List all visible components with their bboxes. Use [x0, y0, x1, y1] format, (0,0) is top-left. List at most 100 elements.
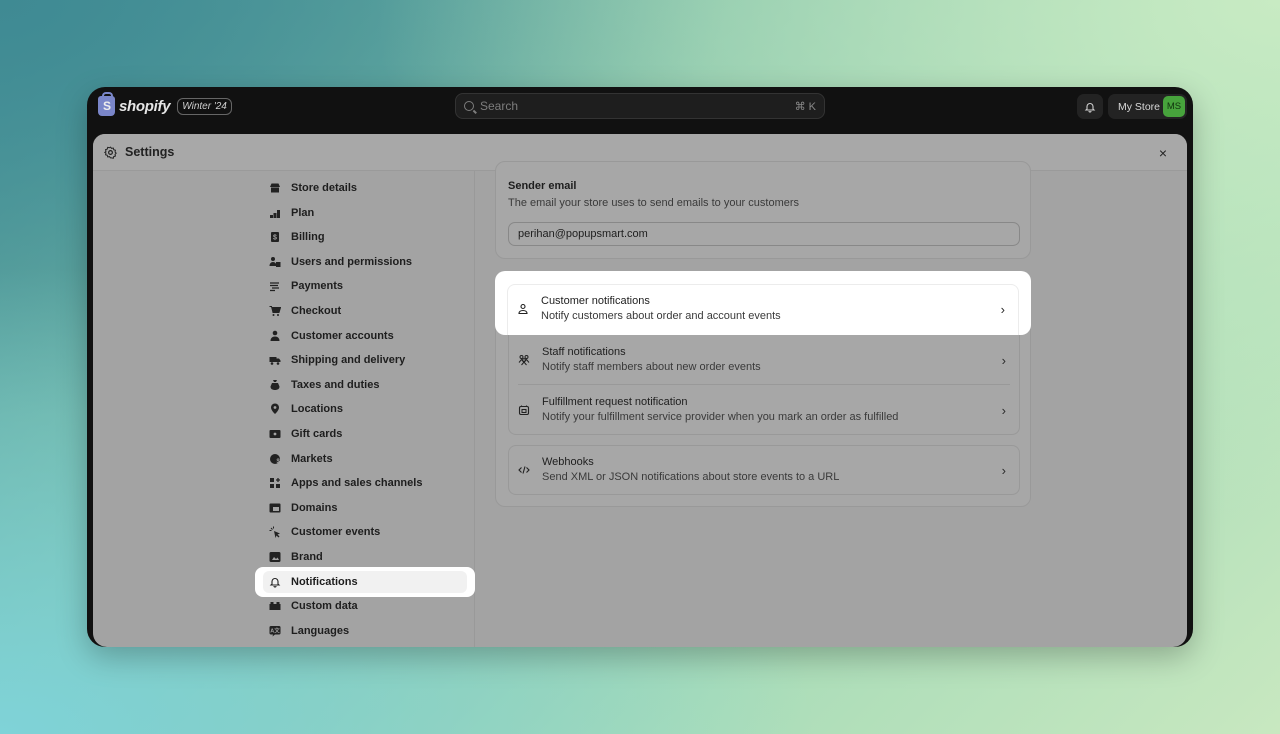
sender-email-heading: Sender email — [508, 180, 577, 192]
brand-name: shopify — [119, 97, 171, 115]
sidebar-item-taxes-and-duties[interactable]: Taxes and duties — [265, 374, 465, 396]
truck-icon — [269, 354, 281, 366]
sender-email-input[interactable]: perihan@popupsmart.com — [508, 222, 1020, 246]
search-shortcut: ⌘ K — [794, 100, 816, 113]
sidebar-item-custom-data[interactable]: Custom data — [265, 595, 465, 617]
sidebar-item-label: Locations — [291, 403, 343, 416]
sidebar-item-billing[interactable]: $ Billing — [265, 226, 465, 248]
chevron-right-icon: › — [1001, 352, 1006, 368]
sidebar-item-label: Notifications — [291, 575, 358, 588]
domains-icon — [269, 502, 281, 514]
staff-icon — [518, 354, 530, 366]
sidebar-item-brand[interactable]: Brand — [265, 546, 465, 568]
languages-icon: A文 — [269, 625, 281, 637]
sidebar-item-label: Languages — [291, 624, 350, 637]
gear-icon — [104, 145, 117, 159]
users-icon — [269, 256, 281, 268]
cart-icon — [269, 305, 281, 317]
row-title: Staff notifications — [542, 346, 626, 358]
sidebar-item-customer-events[interactable]: Customer events — [265, 521, 465, 543]
sidebar-item-label: Brand — [291, 551, 323, 563]
sidebar-item-label: Plan — [291, 206, 315, 219]
close-button[interactable]: × — [1159, 145, 1167, 161]
sidebar-item-label: Billing — [291, 231, 325, 244]
sidebar-item-gift-cards[interactable]: Gift cards — [265, 423, 465, 445]
row-subtitle: Notify staff members about new order eve… — [542, 361, 761, 373]
code-icon — [518, 464, 530, 476]
avatar: MS — [1163, 96, 1185, 117]
fulfillment-icon — [518, 404, 530, 416]
tax-bag-icon — [269, 379, 281, 391]
sidebar-item-label: Domains — [291, 501, 338, 514]
sidebar-item-label: Checkout — [291, 305, 342, 317]
brand-icon — [269, 551, 281, 563]
sidebar-item-markets[interactable]: $ Markets — [265, 448, 465, 470]
settings-sidebar: Store details Plan $ Billing Users and permi… — [255, 171, 475, 647]
gift-card-icon — [269, 428, 281, 440]
sidebar-item-store-details[interactable]: Store details — [265, 177, 465, 199]
fulfillment-request-row[interactable]: Fulfillment request notification Notify … — [508, 385, 1020, 435]
sidebar-item-users-and-permissions[interactable]: Users and permissions — [265, 251, 465, 273]
top-bar: S shopify Winter '24 Search ⌘ K My Store… — [87, 87, 1193, 127]
sidebar-item-label: Users and permissions — [291, 255, 413, 268]
sidebar-item-label: Customer events — [291, 526, 381, 539]
sidebar-item-apps-and-sales-channels[interactable]: Apps and sales channels — [265, 472, 465, 494]
edition-badge[interactable]: Winter '24 — [177, 97, 232, 115]
sidebar-item-label: Markets — [291, 452, 333, 465]
globe-icon: $ — [269, 453, 281, 465]
app-window: S shopify Winter '24 Search ⌘ K My Store… — [87, 87, 1193, 647]
sidebar-item-label: Customer accounts — [291, 329, 394, 342]
payments-icon — [269, 280, 281, 292]
chevron-right-icon: › — [1001, 462, 1006, 478]
modal-title: Settings — [125, 145, 175, 159]
person-outline-icon — [517, 303, 529, 315]
customer-notifications-highlight: Customer notifications Notify customers … — [495, 271, 1031, 335]
sidebar-item-label: Apps and sales channels — [291, 477, 423, 490]
location-pin-icon — [269, 403, 281, 415]
sidebar-item-languages[interactable]: A文 Languages — [265, 620, 465, 642]
sidebar-item-locations[interactable]: Locations — [265, 398, 465, 420]
sender-email-description: The email your store uses to send emails… — [508, 197, 800, 209]
store-icon — [269, 182, 281, 194]
sidebar-item-label: Shipping and delivery — [291, 354, 406, 367]
billing-icon: $ — [269, 231, 281, 243]
bell-icon — [1084, 102, 1096, 113]
customer-notifications-row[interactable]: Customer notifications Notify customers … — [507, 284, 1019, 334]
row-title: Fulfillment request notification — [542, 396, 688, 408]
search-placeholder: Search — [480, 99, 519, 113]
store-menu-button[interactable]: My Store MS — [1108, 94, 1187, 119]
sidebar-item-payments[interactable]: Payments — [265, 275, 465, 297]
sender-email-card: Sender email The email your store uses t… — [495, 161, 1031, 259]
store-name: My Store — [1118, 100, 1161, 113]
cursor-click-icon — [269, 526, 281, 539]
sidebar-item-label: Custom data — [291, 600, 358, 613]
notifications-button[interactable] — [1077, 94, 1103, 119]
svg-text:$: $ — [273, 235, 277, 242]
search-bar[interactable]: Search ⌘ K — [455, 93, 825, 119]
sidebar-item-label: Store details — [291, 182, 358, 194]
webhooks-row[interactable]: Webhooks Send XML or JSON notifications … — [508, 445, 1020, 495]
staff-notifications-row[interactable]: Staff notifications Notify staff members… — [508, 335, 1020, 385]
sidebar-item-label: Payments — [291, 280, 343, 293]
search-icon — [464, 101, 474, 111]
sidebar-item-shipping-and-delivery[interactable]: Shipping and delivery — [265, 349, 465, 371]
sidebar-item-notifications[interactable]: Notifications — [255, 566, 475, 597]
sidebar-item-checkout[interactable]: Checkout — [265, 300, 465, 322]
sidebar-item-customer-accounts[interactable]: Customer accounts — [265, 325, 465, 347]
active-item-bg: Notifications — [263, 570, 467, 593]
apps-icon — [269, 477, 281, 489]
sidebar-item-label: Gift cards — [291, 428, 343, 440]
sidebar-item-label: Taxes and duties — [291, 378, 380, 391]
settings-modal: Settings × Store details Plan $ Billing User… — [93, 134, 1187, 647]
row-subtitle: Notify your fulfillment service provider… — [542, 411, 899, 423]
sidebar-item-plan[interactable]: Plan — [265, 202, 465, 224]
person-icon — [269, 330, 281, 342]
plan-icon — [269, 207, 281, 219]
sidebar-item-domains[interactable]: Domains — [265, 497, 465, 519]
bell-icon — [269, 576, 281, 588]
row-title: Webhooks — [542, 456, 594, 468]
shopify-logo[interactable]: S shopify Winter '24 — [98, 92, 232, 116]
row-subtitle: Send XML or JSON notifications about sto… — [542, 471, 840, 483]
svg-text:A文: A文 — [270, 626, 280, 634]
custom-data-icon — [269, 600, 281, 612]
